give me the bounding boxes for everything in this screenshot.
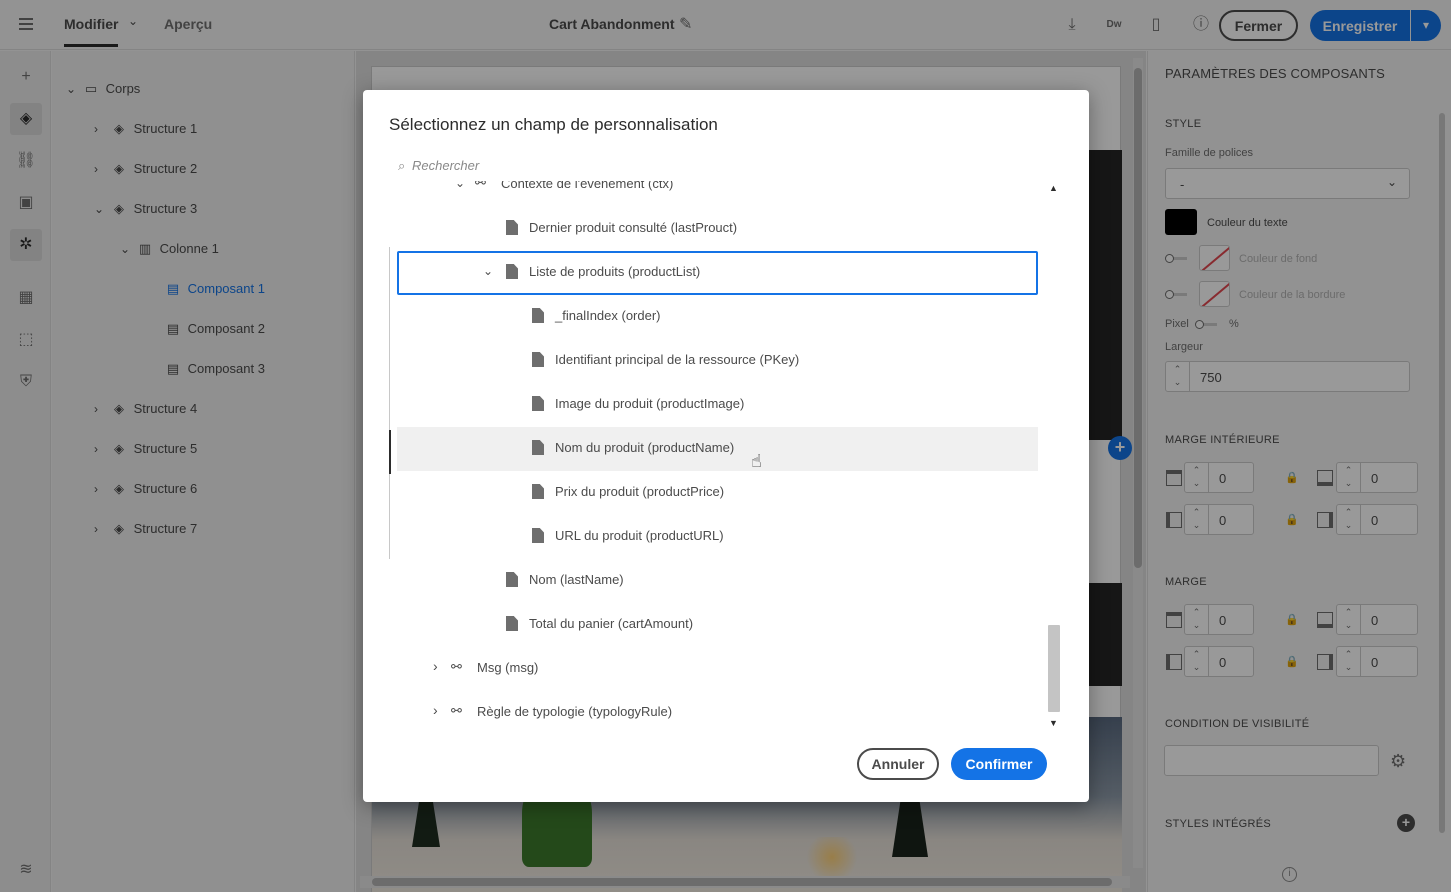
file-icon	[532, 352, 544, 367]
field-row-lastprouct[interactable]: Dernier produit consulté (lastProuct)	[397, 207, 1038, 251]
scroll-down-icon[interactable]: ▼	[1049, 718, 1058, 728]
field-row-lastname[interactable]: Nom (lastName)	[397, 559, 1038, 603]
scroll-up-icon[interactable]: ▲	[1049, 183, 1058, 193]
node-icon: ⚯	[475, 181, 486, 190]
hand-cursor-icon: ☝	[751, 451, 762, 471]
file-icon	[532, 528, 544, 543]
file-icon	[532, 308, 544, 323]
file-icon	[506, 220, 518, 235]
file-icon	[506, 264, 518, 279]
file-icon	[506, 572, 518, 587]
field-row-typologyrule[interactable]: › ⚯ Règle de typologie (typologyRule)	[397, 691, 1038, 731]
confirm-button[interactable]: Confirmer	[951, 748, 1047, 780]
chevron-right-icon[interactable]: ›	[433, 702, 438, 718]
field-row-productprice[interactable]: Prix du produit (productPrice)	[397, 471, 1038, 515]
file-icon	[532, 440, 544, 455]
file-icon	[506, 616, 518, 631]
field-row-cartamount[interactable]: Total du panier (cartAmount)	[397, 603, 1038, 647]
file-icon	[532, 396, 544, 411]
search-input[interactable]: ⌕ Rechercher	[398, 158, 1038, 180]
personalization-field-dialog: Sélectionnez un champ de personnalisatio…	[363, 90, 1089, 802]
field-row-productname[interactable]: Nom du produit (productName)	[397, 427, 1038, 471]
field-row-productimage[interactable]: Image du produit (productImage)	[397, 383, 1038, 427]
cancel-button[interactable]: Annuler	[857, 748, 939, 780]
chevron-down-icon[interactable]: ⌄	[455, 181, 465, 190]
field-row-producturl[interactable]: URL du produit (productURL)	[397, 515, 1038, 559]
node-icon: ⚯	[451, 659, 462, 674]
field-row-pkey[interactable]: Identifiant principal de la ressource (P…	[397, 339, 1038, 383]
field-row-ctx[interactable]: ⌄ ⚯ Contexte de l'événement (ctx)	[397, 181, 1038, 207]
dialog-title: Sélectionnez un champ de personnalisatio…	[389, 115, 718, 134]
file-icon	[532, 484, 544, 499]
field-tree-list: ⌄ ⚯ Contexte de l'événement (ctx) Dernie…	[389, 181, 1049, 731]
node-icon: ⚯	[451, 703, 462, 718]
field-row-finalindex[interactable]: _finalIndex (order)	[397, 295, 1038, 339]
chevron-down-icon[interactable]: ⌄	[483, 264, 493, 278]
field-row-productlist[interactable]: ⌄ Liste de produits (productList)	[397, 251, 1038, 295]
list-scrollbar[interactable]: ▲ ▼	[1047, 183, 1061, 728]
chevron-right-icon[interactable]: ›	[433, 658, 438, 674]
search-icon: ⌕	[398, 158, 406, 173]
field-row-msg[interactable]: › ⚯ Msg (msg)	[397, 647, 1038, 691]
